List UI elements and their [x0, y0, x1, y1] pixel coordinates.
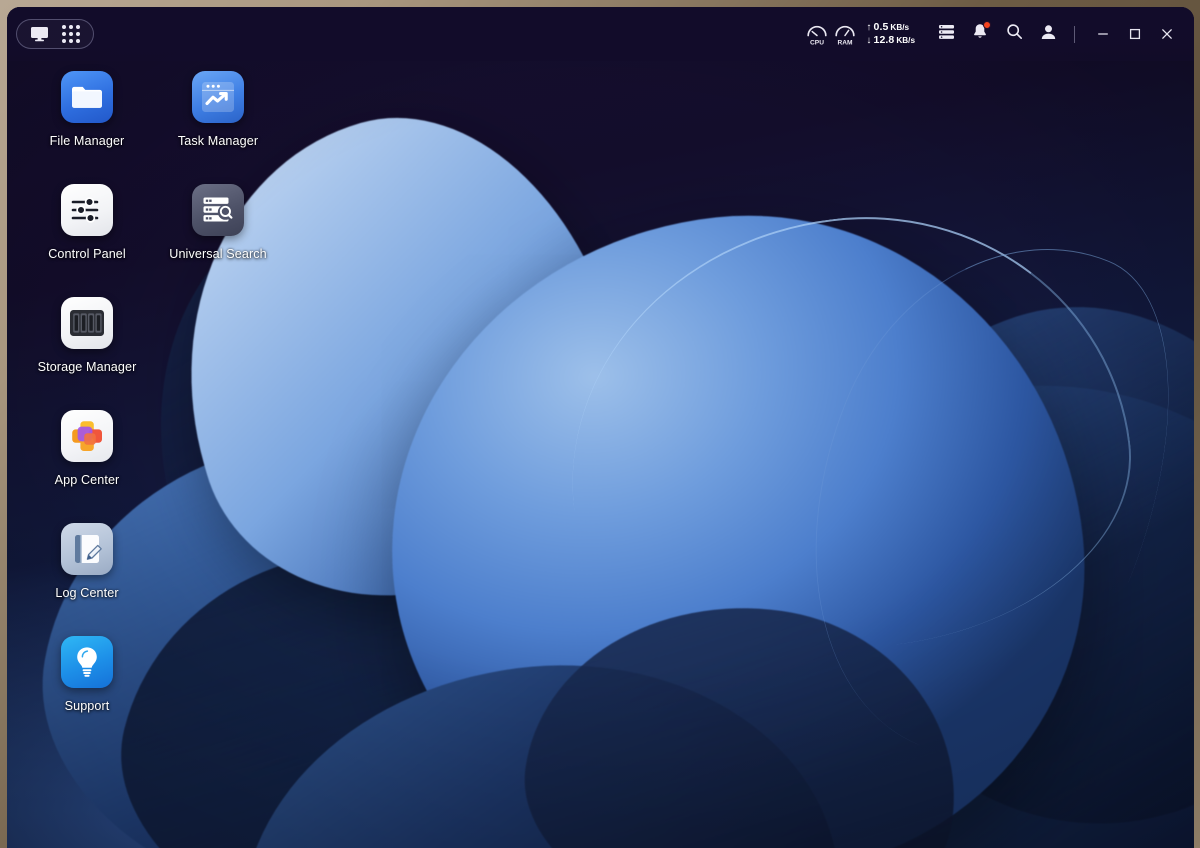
disk-bays-icon: [61, 297, 113, 349]
desktop-icon-label: Log Center: [55, 586, 119, 600]
desktop-icon-label: Storage Manager: [37, 360, 137, 374]
app-squares-icon: [61, 410, 113, 462]
app-grid-icon: [62, 24, 81, 44]
notification-badge: [983, 21, 991, 29]
desktop-icon-control-panel[interactable]: Control Panel: [22, 184, 152, 261]
desktop-icon-label: File Manager: [49, 134, 125, 148]
server-search-icon: [192, 184, 244, 236]
desktop-icon-label: Task Manager: [177, 134, 259, 148]
cpu-gauge-label: CPU: [810, 39, 824, 46]
chart-window-icon: [192, 71, 244, 123]
tray-divider: [1074, 25, 1075, 43]
network-speed-indicator: ↑ 0.5 KB/s ↓ 12.8 KB/s: [866, 21, 915, 47]
monitor-icon: [30, 26, 49, 42]
screen-frame: CPU RAM ↑ 0.5 KB/s ↓ 12.8 KB/s File Mana…: [0, 0, 1200, 848]
minimize-button[interactable]: [1087, 19, 1118, 50]
desktop-icon-file-manager[interactable]: File Manager: [22, 71, 152, 148]
desktop-icon-app-center[interactable]: App Center: [22, 410, 152, 487]
folder-icon: [61, 71, 113, 123]
download-speed-unit: KB/s: [896, 36, 915, 45]
notifications-button[interactable]: [963, 17, 997, 51]
desktop-icon-label: Control Panel: [48, 247, 126, 261]
desktop-icon-label: App Center: [54, 473, 120, 487]
lightbulb-icon: [61, 636, 113, 688]
user-account-button[interactable]: [1031, 17, 1065, 51]
upload-speed-value: 0.5: [873, 21, 889, 34]
download-speed-row: ↓ 12.8 KB/s: [866, 34, 915, 47]
desktop-icon-task-manager[interactable]: Task Manager: [153, 71, 283, 148]
ram-gauge-label: RAM: [838, 39, 854, 46]
taskbar: CPU RAM ↑ 0.5 KB/s ↓ 12.8 KB/s: [7, 7, 1194, 61]
desktop-icon-log-center[interactable]: Log Center: [22, 523, 152, 600]
upload-speed-unit: KB/s: [890, 23, 910, 33]
desktop-icon-support[interactable]: Support: [22, 636, 152, 713]
search-icon: [1006, 23, 1023, 45]
storage-status-icon: [938, 24, 955, 45]
download-speed-value: 12.8: [873, 34, 895, 46]
search-button[interactable]: [997, 17, 1031, 51]
launcher-button[interactable]: [16, 19, 95, 49]
close-button[interactable]: [1151, 19, 1182, 50]
cpu-gauge[interactable]: CPU: [804, 20, 830, 48]
upload-arrow-icon: ↑: [866, 22, 872, 34]
desktop-icon-grid: File Manager Task Manager Control Panel …: [7, 61, 1194, 848]
storage-status-button[interactable]: [929, 17, 963, 51]
system-tray: CPU RAM ↑ 0.5 KB/s ↓ 12.8 KB/s: [804, 7, 1194, 61]
desktop-icon-universal-search[interactable]: Universal Search: [153, 184, 283, 261]
notebook-pen-icon: [61, 523, 113, 575]
maximize-button[interactable]: [1119, 19, 1150, 50]
user-account-icon: [1040, 24, 1057, 45]
upload-speed-row: ↑ 0.5 KB/s: [866, 21, 915, 34]
download-arrow-icon: ↓: [866, 35, 872, 46]
desktop-icon-storage-manager[interactable]: Storage Manager: [22, 297, 152, 374]
desktop-icon-label: Universal Search: [169, 247, 267, 261]
desktop-icon-label: Support: [64, 699, 110, 713]
ram-gauge[interactable]: RAM: [832, 20, 858, 48]
desktop-window: CPU RAM ↑ 0.5 KB/s ↓ 12.8 KB/s File Mana…: [7, 7, 1194, 848]
sliders-icon: [61, 184, 113, 236]
